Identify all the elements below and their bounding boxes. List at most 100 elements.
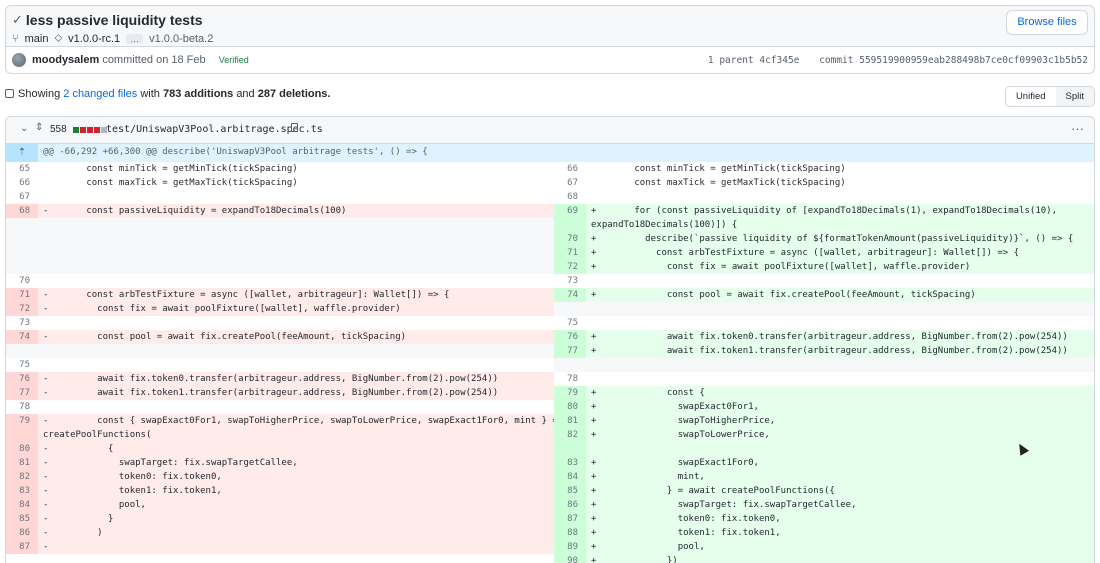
line-number[interactable]: 72: [554, 260, 586, 274]
line-number[interactable]: 84: [6, 498, 38, 512]
diff-row: 81 - swapTarget: fix.swapTargetCallee, 83 +…: [6, 456, 1094, 470]
split-button[interactable]: Split: [1055, 87, 1094, 106]
line-number[interactable]: 78: [6, 400, 38, 414]
line-number[interactable]: 85: [6, 512, 38, 526]
deletions-count: 287 deletions.: [257, 88, 331, 100]
left-diff-line: 65 const minTick = getMinTick(tickSpacin…: [6, 162, 554, 176]
line-number[interactable]: 84: [554, 470, 586, 484]
diffstat-bar: [73, 127, 107, 133]
diffstat-block: [73, 127, 79, 133]
file-header: ⌄ ⇕ 558 test/UniswapV3Pool.arbitrage.spe…: [6, 117, 1094, 144]
line-number[interactable]: 70: [6, 274, 38, 288]
line-number[interactable]: 77: [554, 344, 586, 358]
line-number[interactable]: 85: [554, 484, 586, 498]
line-number[interactable]: 66: [6, 176, 38, 190]
line-number[interactable]: 72: [6, 302, 38, 316]
right-diff-line: 83 + swapExact1For0,: [554, 456, 1094, 470]
right-diff-line: expandTo18Decimals(100)]) {: [554, 218, 1094, 232]
verified-badge[interactable]: Verified: [215, 54, 253, 66]
line-number[interactable]: 73: [6, 316, 38, 330]
line-number[interactable]: 68: [6, 204, 38, 218]
line-number[interactable]: 79: [554, 386, 586, 400]
chevron-down-icon[interactable]: ⌄: [20, 123, 28, 134]
line-number[interactable]: 71: [6, 288, 38, 302]
unified-button[interactable]: Unified: [1006, 87, 1056, 106]
line-number[interactable]: 70: [554, 232, 586, 246]
branch-name[interactable]: main: [25, 33, 49, 45]
line-number[interactable]: 88: [554, 526, 586, 540]
tag-secondary[interactable]: v1.0.0-beta.2: [149, 33, 213, 45]
stats-with: with: [140, 88, 160, 100]
diff-row: 86 - ) 88 + token1: fix.token1,: [6, 526, 1094, 540]
parent-sha-link[interactable]: 4cf345e: [759, 55, 799, 66]
code-text: const maxTick = getMaxTick(tickSpacing): [43, 178, 298, 188]
left-diff-line: [6, 218, 554, 232]
line-number[interactable]: 78: [554, 372, 586, 386]
line-number[interactable]: 66: [554, 162, 586, 176]
line-number[interactable]: 83: [6, 484, 38, 498]
line-number[interactable]: 86: [6, 526, 38, 540]
line-number[interactable]: 67: [554, 176, 586, 190]
right-diff-line: 86 + swapTarget: fix.swapTargetCallee,: [554, 498, 1094, 512]
tags-expand-button[interactable]: …: [126, 33, 144, 44]
line-number[interactable]: 90: [554, 554, 586, 563]
line-number: [6, 218, 38, 232]
diff-row: 74 - const pool = await fix.createPool(fe…: [6, 330, 1094, 344]
line-number[interactable]: 81: [6, 456, 38, 470]
line-number[interactable]: 87: [554, 512, 586, 526]
code-text: - token0: fix.token0,: [43, 472, 222, 482]
diff-row: 78 80 + swapExact0For1,: [6, 400, 1094, 414]
line-number[interactable]: 76: [6, 372, 38, 386]
right-diff-line: 82 + swapToLowerPrice,: [554, 428, 1094, 442]
code-text: - token1: fix.token1,: [43, 486, 222, 496]
line-number[interactable]: 89: [554, 540, 586, 554]
commit-title-text: less passive liquidity tests: [25, 12, 203, 28]
line-number[interactable]: 83: [554, 456, 586, 470]
code-text: + for (const passiveLiquidity of [expand…: [591, 206, 1057, 216]
line-number[interactable]: 74: [6, 330, 38, 344]
line-number[interactable]: 75: [554, 316, 586, 330]
code-text: + mint,: [591, 472, 705, 482]
changed-files-link[interactable]: 2 changed files: [63, 88, 137, 100]
more-options-icon[interactable]: ···: [1071, 121, 1084, 136]
left-diff-line: 86 - ): [6, 526, 554, 540]
diff-row: 70 + describe(`passive liquidity of ${for…: [6, 232, 1094, 246]
expand-up-icon[interactable]: ⇡: [6, 144, 38, 162]
line-number[interactable]: 82: [6, 470, 38, 484]
line-number[interactable]: 65: [6, 162, 38, 176]
line-number[interactable]: 75: [6, 358, 38, 372]
expand-all-icon[interactable]: ⇕: [35, 122, 43, 133]
left-diff-line: 71 - const arbTestFixture = async ([walle…: [6, 288, 554, 302]
file-diff-icon: [5, 89, 14, 98]
line-number[interactable]: 86: [554, 498, 586, 512]
avatar[interactable]: [12, 53, 26, 67]
tag-primary[interactable]: v1.0.0-rc.1: [68, 33, 120, 45]
line-number[interactable]: 76: [554, 330, 586, 344]
line-number[interactable]: 79: [6, 414, 38, 428]
line-number[interactable]: 77: [6, 386, 38, 400]
right-diff-line: [554, 302, 1094, 316]
line-number[interactable]: 81: [554, 414, 586, 428]
line-number: [554, 302, 586, 316]
copy-icon[interactable]: [291, 123, 298, 132]
right-diff-line: 71 + const arbTestFixture = async ([walle…: [554, 246, 1094, 260]
line-number[interactable]: 87: [6, 540, 38, 554]
left-diff-line: 70: [6, 274, 554, 288]
left-diff-line: 75: [6, 358, 554, 372]
line-number[interactable]: 80: [554, 400, 586, 414]
line-number[interactable]: 69: [554, 204, 586, 218]
commit-refs: ⑂ main ⬦ v1.0.0-rc.1 … v1.0.0-beta.2: [12, 32, 213, 45]
author-link[interactable]: moodysalem: [32, 54, 99, 66]
line-number[interactable]: 80: [6, 442, 38, 456]
line-number[interactable]: 73: [554, 274, 586, 288]
line-number[interactable]: 74: [554, 288, 586, 302]
line-number[interactable]: 68: [554, 190, 586, 204]
line-number[interactable]: 67: [6, 190, 38, 204]
code-text: - await fix.token1.transfer(arbitrageur.…: [43, 388, 499, 398]
diff-row: 77 + await fix.token1.transfer(arbitrageu…: [6, 344, 1094, 358]
browse-files-button[interactable]: Browse files: [1006, 10, 1088, 35]
line-number[interactable]: 71: [554, 246, 586, 260]
line-number[interactable]: 82: [554, 428, 586, 442]
code-text: - const pool = await fix.createPool(feeA…: [43, 332, 407, 342]
code-text: - const { swapExact0For1, swapToHigherPr…: [43, 416, 591, 426]
